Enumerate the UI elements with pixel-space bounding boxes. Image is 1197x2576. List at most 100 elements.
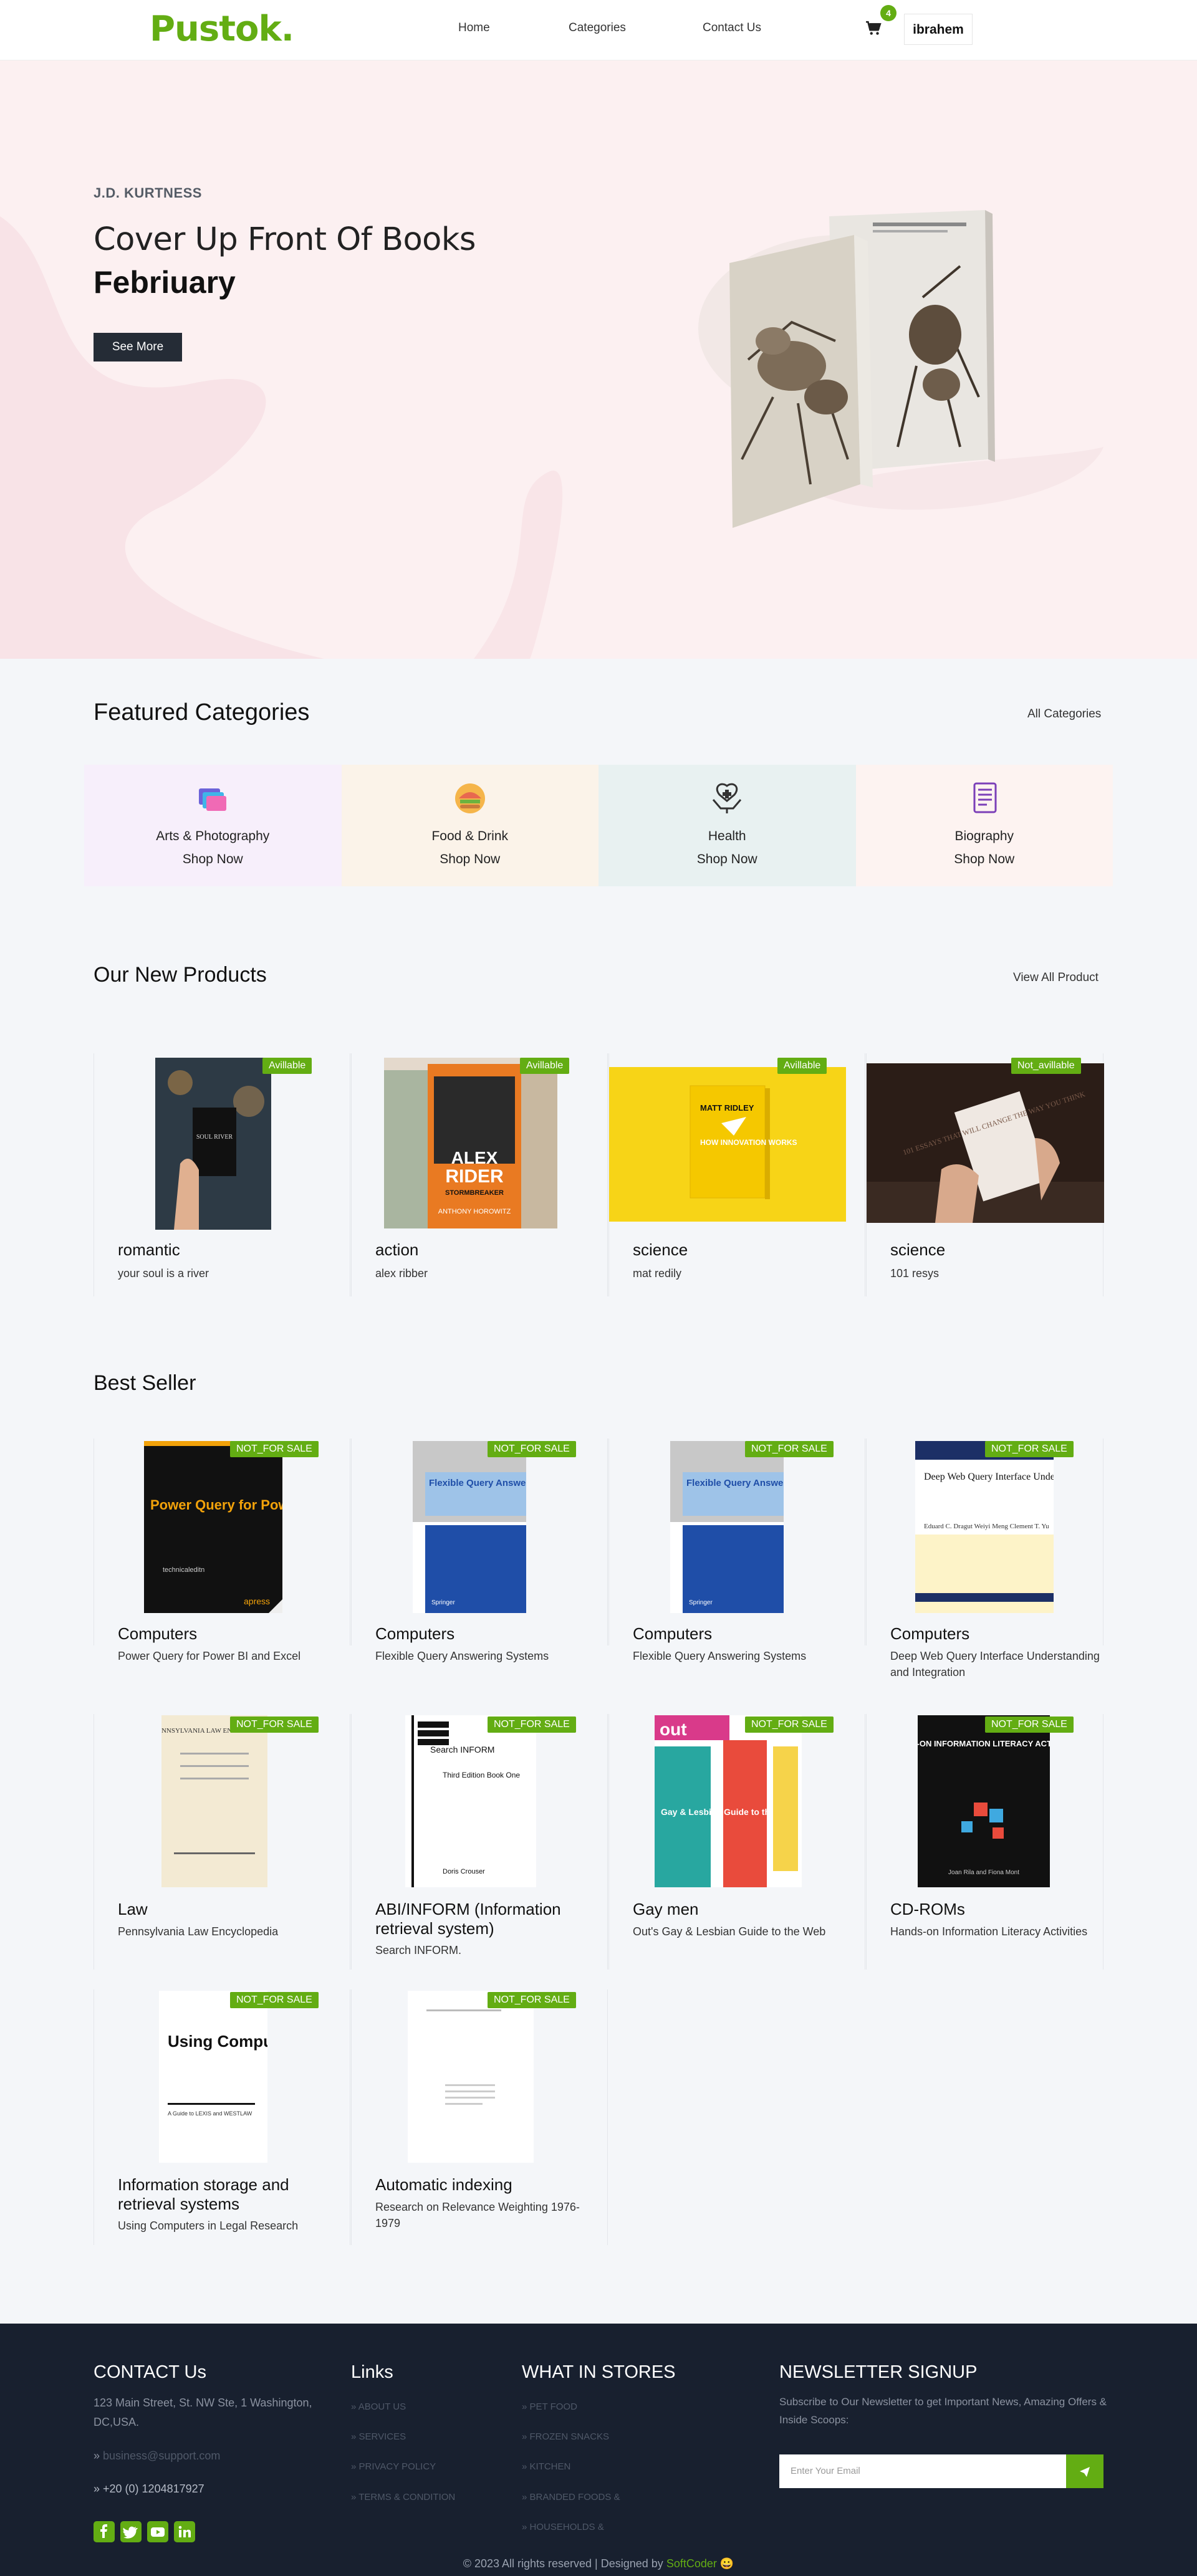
- facebook-icon[interactable]: [94, 2521, 115, 2542]
- store-link[interactable]: » KITCHEN: [522, 2461, 570, 2472]
- product-card[interactable]: Flexible Query Answering Systems Springe…: [608, 1439, 865, 1662]
- linkedin-icon[interactable]: [174, 2521, 195, 2542]
- book-cover-image: Using Computers in Legal Research A Guid…: [159, 1991, 267, 2163]
- book-cover-image: MATT RIDLEY HOW INNOVATION WORKS: [609, 1067, 846, 1222]
- shop-now-link[interactable]: Shop Now: [856, 852, 1113, 867]
- cart-icon[interactable]: [865, 21, 882, 37]
- sale-status-badge: NOT_FOR SALE: [488, 1992, 576, 2008]
- nav-categories[interactable]: Categories: [569, 21, 626, 35]
- category-name: Arts & Photography: [156, 829, 270, 843]
- user-menu[interactable]: ibrahem: [904, 14, 973, 45]
- nav-contact[interactable]: Contact Us: [703, 21, 761, 35]
- product-card[interactable]: 101 ESSAYS THAT WILL CHANGE THE WAY YOU …: [866, 1053, 1104, 1296]
- store-link-label: PET FOOD: [529, 2401, 577, 2412]
- store-link-label: KITCHEN: [529, 2461, 571, 2472]
- newsletter-title: NEWSLETTER SIGNUP: [779, 2362, 978, 2382]
- product-card[interactable]: SOUL RIVER Avillable romantic your soul …: [94, 1053, 350, 1296]
- footer-link[interactable]: » TERMS & CONDITION: [351, 2492, 455, 2502]
- youtube-icon[interactable]: [147, 2521, 168, 2542]
- cover-author: ANTHONY HOROWITZ: [438, 1208, 511, 1215]
- product-card[interactable]: NOT_FOR SALE Automatic indexing Research…: [351, 1989, 608, 2245]
- cover-title: Using Computers in Legal Research: [168, 2032, 267, 2051]
- product-card[interactable]: HANDS-ON INFORMATION LITERACY ACTIVITIES…: [866, 1714, 1103, 1970]
- product-card[interactable]: MATT RIDLEY HOW INNOVATION WORKS Avillab…: [608, 1053, 865, 1296]
- facebook-glyph: [100, 2524, 107, 2538]
- see-more-button[interactable]: See More: [94, 333, 182, 362]
- product-category: Information storage and retrieval system…: [118, 2175, 289, 2214]
- sale-status-badge: NOT_FOR SALE: [230, 1441, 319, 1457]
- logo[interactable]: Pustok.: [150, 9, 294, 49]
- all-categories-link[interactable]: All Categories: [1027, 707, 1101, 721]
- youtube-glyph: [151, 2527, 165, 2537]
- cover-authors: Joan Rila and Fiona Mont: [948, 1869, 1019, 1876]
- product-card[interactable]: out Gay & Lesbian Guide to the Web NOT_F…: [608, 1714, 865, 1970]
- store-link[interactable]: » PET FOOD: [522, 2401, 577, 2412]
- cover-edition: Third Edition Book One: [443, 1771, 520, 1779]
- cover-title: RIDER: [445, 1166, 504, 1187]
- product-name: your soul is a river: [118, 1267, 209, 1280]
- book-cover-image: Search INFORM Third Edition Book One Dor…: [405, 1715, 536, 1887]
- store-link[interactable]: » FROZEN SNACKS: [522, 2431, 609, 2442]
- category-card[interactable]: Biography Shop Now: [855, 765, 1113, 886]
- shop-now-link[interactable]: Shop Now: [84, 852, 342, 867]
- product-card[interactable]: Using Computers in Legal Research A Guid…: [94, 1989, 350, 2245]
- designer-link[interactable]: SoftCoder: [666, 2557, 717, 2570]
- product-card[interactable]: ALEX RIDER STORMBREAKER ANTHONY HOROWITZ…: [351, 1053, 608, 1296]
- product-name: mat redily: [633, 1267, 682, 1280]
- copyright-text: © 2023 All rights reserved | Designed by: [463, 2557, 663, 2570]
- food-icon: [454, 783, 485, 813]
- view-all-products-link[interactable]: View All Product: [1013, 971, 1098, 985]
- product-name: Out's Gay & Lesbian Guide to the Web: [633, 1925, 826, 1938]
- sale-status-badge: NOT_FOR SALE: [985, 1717, 1074, 1733]
- shop-now-link[interactable]: Shop Now: [342, 852, 599, 867]
- newsletter-submit-button[interactable]: [1066, 2454, 1103, 2488]
- cover-author: MATT RIDLEY: [700, 1103, 754, 1113]
- footer-link[interactable]: » SERVICES: [351, 2431, 406, 2442]
- hero-author: J.D. KURTNESS: [94, 185, 202, 201]
- product-category: science: [890, 1240, 946, 1259]
- category-card[interactable]: Arts & Photography Shop Now: [84, 765, 342, 886]
- hero-title: Cover Up Front Of Books: [94, 221, 476, 258]
- store-link[interactable]: » BRANDED FOODS &: [522, 2492, 620, 2502]
- sale-status-badge: NOT_FOR SALE: [230, 1992, 319, 2008]
- product-name: 101 resys: [890, 1267, 940, 1280]
- product-name: Flexible Query Answering Systems: [633, 1650, 807, 1662]
- contact-phone-text: +20 (0) 1204817927: [103, 2483, 204, 2495]
- sale-status-badge: NOT_FOR SALE: [985, 1441, 1074, 1457]
- product-name: alex ribber: [375, 1267, 428, 1280]
- category-name: Health: [708, 829, 746, 843]
- cover-title: HANDS-ON INFORMATION LITERACY ACTIVITIES: [918, 1739, 1050, 1748]
- availability-badge: Not_avillable: [1011, 1058, 1081, 1074]
- book-cover-image: [408, 1991, 534, 2163]
- product-name: Pennsylvania Law Encyclopedia: [118, 1925, 279, 1938]
- shop-now-link[interactable]: Shop Now: [598, 852, 856, 867]
- contact-address: 123 Main Street, St. NW Ste, 1 Washingto…: [94, 2396, 312, 2428]
- contact-email[interactable]: » business@support.com: [94, 2446, 220, 2466]
- product-card[interactable]: Flexible Query Answering Systems Springe…: [351, 1439, 608, 1662]
- linkedin-glyph: [178, 2526, 191, 2537]
- sale-status-badge: NOT_FOR SALE: [230, 1717, 319, 1733]
- product-card[interactable]: PENNSYLVANIA LAW ENCYCLOPEDIA NOT_FOR SA…: [94, 1714, 350, 1970]
- cover-title: Power Query for Power BI and Excel: [150, 1497, 282, 1513]
- chevron-right-icon: »: [94, 2483, 103, 2495]
- category-name: Food & Drink: [431, 829, 509, 843]
- product-card[interactable]: Deep Web Query Interface Understanding a…: [866, 1439, 1103, 1678]
- product-category: ABI/INFORM (Information retrieval system…: [375, 1900, 561, 1938]
- category-card[interactable]: Food & Drink Shop Now: [341, 765, 599, 886]
- store-link[interactable]: » HOUSEHOLDS &: [522, 2522, 604, 2532]
- product-name: Power Query for Power BI and Excel: [118, 1650, 301, 1662]
- nav-home[interactable]: Home: [458, 21, 490, 35]
- twitter-icon[interactable]: [120, 2521, 142, 2542]
- book-cover-image: PENNSYLVANIA LAW ENCYCLOPEDIA: [161, 1715, 267, 1887]
- product-card[interactable]: Power Query for Power BI and Excel techn…: [94, 1439, 350, 1662]
- footer-link[interactable]: » ABOUT US: [351, 2401, 406, 2412]
- palette-icon: [199, 788, 227, 811]
- contact-phone[interactable]: » +20 (0) 1204817927: [94, 2479, 204, 2499]
- cover-series: ALEX: [451, 1148, 498, 1167]
- health-icon: [713, 783, 742, 813]
- product-card[interactable]: Search INFORM Third Edition Book One Dor…: [351, 1714, 608, 1970]
- category-card[interactable]: Health Shop Now: [598, 765, 856, 886]
- cover-title: Deep Web Query Interface Understanding a…: [924, 1472, 1054, 1482]
- newsletter-email-input[interactable]: Enter Your Email: [779, 2454, 1066, 2488]
- footer-link[interactable]: » PRIVACY POLICY: [351, 2461, 436, 2472]
